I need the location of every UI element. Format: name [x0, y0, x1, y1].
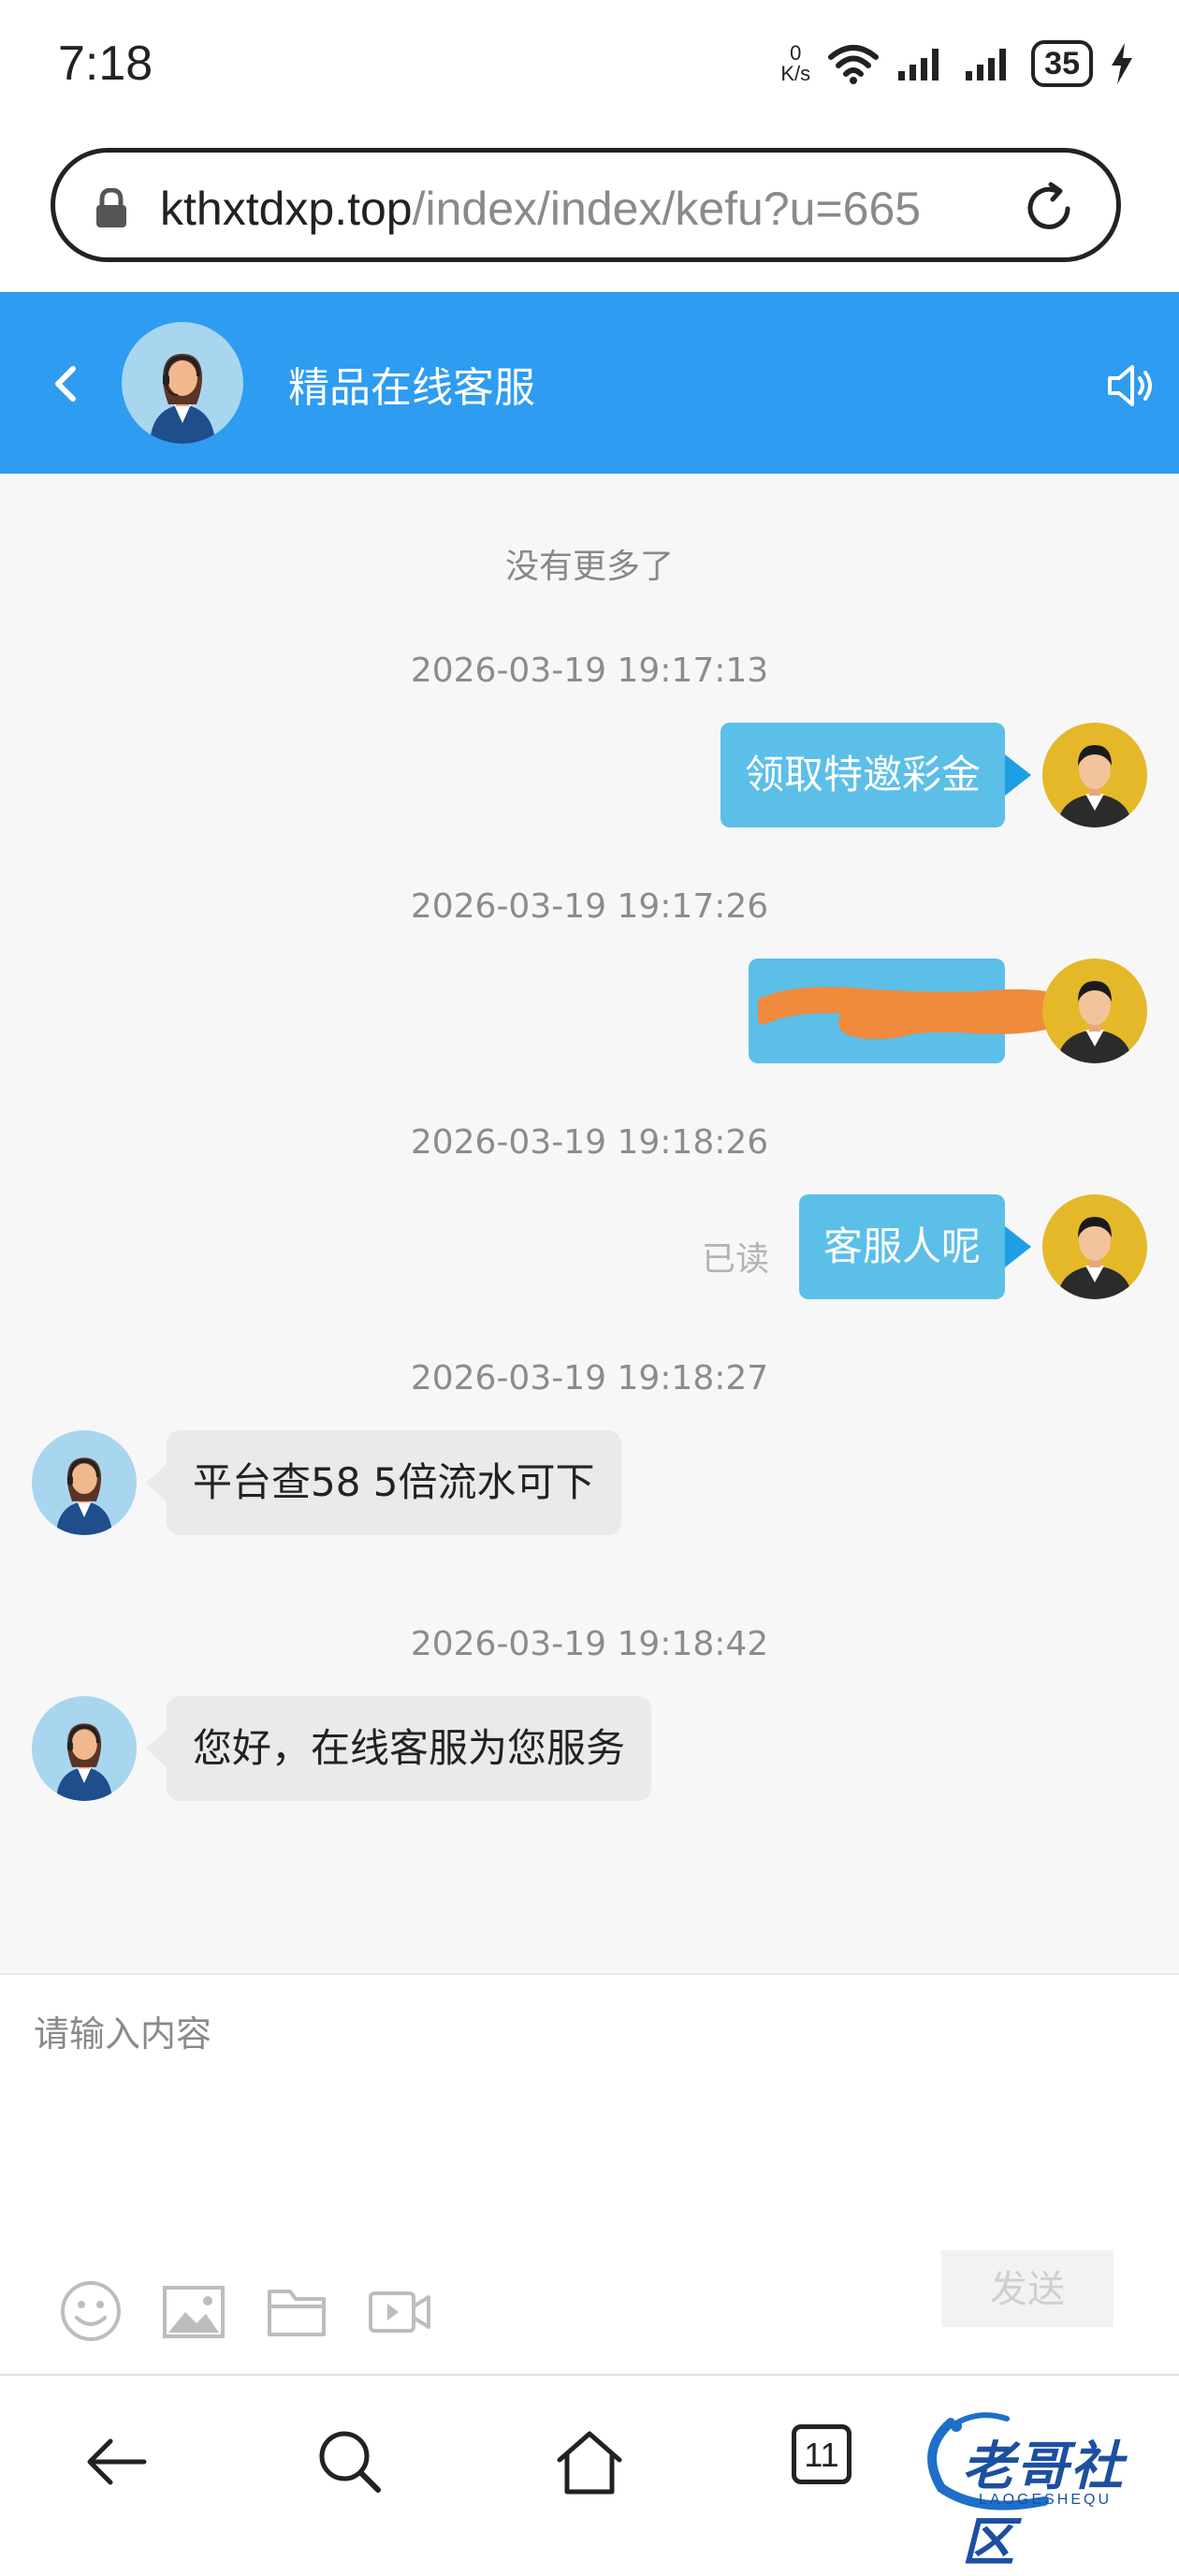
wifi-icon — [828, 45, 880, 84]
tabs-button[interactable]: 11 — [792, 2424, 852, 2484]
status-bar: 7:18 0 K/s 35 — [0, 0, 1179, 136]
user-message-bubble[interactable]: 领取特邀彩金 — [720, 723, 1032, 827]
message-input[interactable] — [32, 2003, 1140, 2250]
signal-icon — [898, 49, 939, 80]
message-row-user: 已读 领取特邀彩金 — [0, 723, 1179, 827]
folder-icon[interactable] — [264, 2278, 329, 2344]
emoji-icon[interactable] — [58, 2278, 124, 2344]
home-icon[interactable] — [550, 2422, 629, 2501]
message-timestamp: 2026-03-19 19:17:13 — [410, 651, 769, 690]
message-timestamp: 2026-03-19 19:18:26 — [410, 1123, 769, 1162]
url-path: /index/index/kefu?u=665 — [412, 183, 922, 235]
network-speed: 0 K/s — [780, 43, 810, 84]
lock-icon — [96, 188, 126, 227]
chat-header: 精品在线客服 — [0, 292, 1179, 474]
user-avatar-icon — [1057, 981, 1132, 1063]
user-avatar-icon — [1057, 745, 1132, 827]
send-button[interactable]: 发送 — [941, 2250, 1114, 2327]
no-more-text: 没有更多了 — [504, 548, 674, 586]
network-speed-value: 0 — [790, 41, 802, 65]
speaker-icon[interactable] — [1102, 358, 1158, 414]
chat-title: 精品在线客服 — [288, 364, 535, 412]
url-domain: kthxtdxp.top — [160, 183, 413, 235]
image-icon[interactable] — [161, 2278, 226, 2344]
user-avatar — [1042, 959, 1147, 1063]
read-status: 已读 — [701, 1240, 769, 1279]
search-icon[interactable] — [311, 2422, 389, 2501]
message-row-user: 已读 客服人呢 — [0, 1194, 1179, 1299]
back-arrow-icon[interactable] — [34, 350, 99, 416]
url-text[interactable]: kthxtdxp.top/index/index/kefu?u=665 — [160, 181, 1040, 237]
user-message-bubble[interactable]: 客服人呢 — [798, 1194, 1032, 1299]
message-timestamp: 2026-03-19 19:18:42 — [410, 1625, 769, 1663]
user-avatar-icon — [1057, 1217, 1132, 1299]
message-timestamp: 2026-03-19 19:17:26 — [410, 887, 769, 926]
user-avatar — [1042, 723, 1147, 827]
watermark-logo: 老哥社区 LAOGESHEQU — [913, 2404, 1175, 2573]
battery-icon: 35 — [1031, 40, 1093, 87]
address-bar[interactable]: kthxtdxp.top/index/index/kefu?u=665 — [51, 148, 1121, 262]
status-icons: 0 K/s 35 — [780, 36, 1134, 92]
agent-avatar — [122, 322, 243, 444]
agent-message-bubble[interactable]: 平台查58 5倍流水可下 — [146, 1430, 621, 1535]
message-timestamp: 2026-03-19 19:18:27 — [410, 1359, 769, 1398]
message-row-agent: 您好，在线客服为您服务 — [0, 1696, 1179, 1801]
composer: 发送 — [0, 1973, 1179, 2376]
video-icon[interactable] — [367, 2278, 432, 2344]
network-speed-unit: K/s — [780, 62, 811, 85]
signal-icon — [966, 49, 1007, 80]
agent-avatar — [32, 1430, 137, 1535]
message-list[interactable]: 没有更多了 2026-03-19 19:17:13 已读 领取特邀彩金 2026… — [0, 474, 1179, 1973]
watermark-subtext: LAOGESHEQU — [979, 2492, 1113, 2508]
agent-message-bubble[interactable]: 您好，在线客服为您服务 — [145, 1696, 652, 1801]
status-time: 7:18 — [58, 37, 153, 91]
agent-avatar-icon — [55, 1457, 113, 1535]
browser-nav-bar: 11 老哥社区 LAOGESHEQU — [0, 2374, 1179, 2573]
reload-icon[interactable] — [1019, 179, 1079, 239]
agent-avatar — [32, 1696, 137, 1801]
redaction-scribble — [758, 987, 1067, 1039]
agent-avatar-icon — [55, 1723, 113, 1801]
message-row-agent: 平台查58 5倍流水可下 — [0, 1430, 1179, 1535]
charging-icon — [1112, 43, 1132, 84]
user-avatar — [1042, 1194, 1147, 1299]
agent-avatar-icon — [150, 354, 215, 444]
back-icon[interactable] — [79, 2422, 157, 2501]
message-row-user: 已读 — [0, 959, 1179, 1063]
